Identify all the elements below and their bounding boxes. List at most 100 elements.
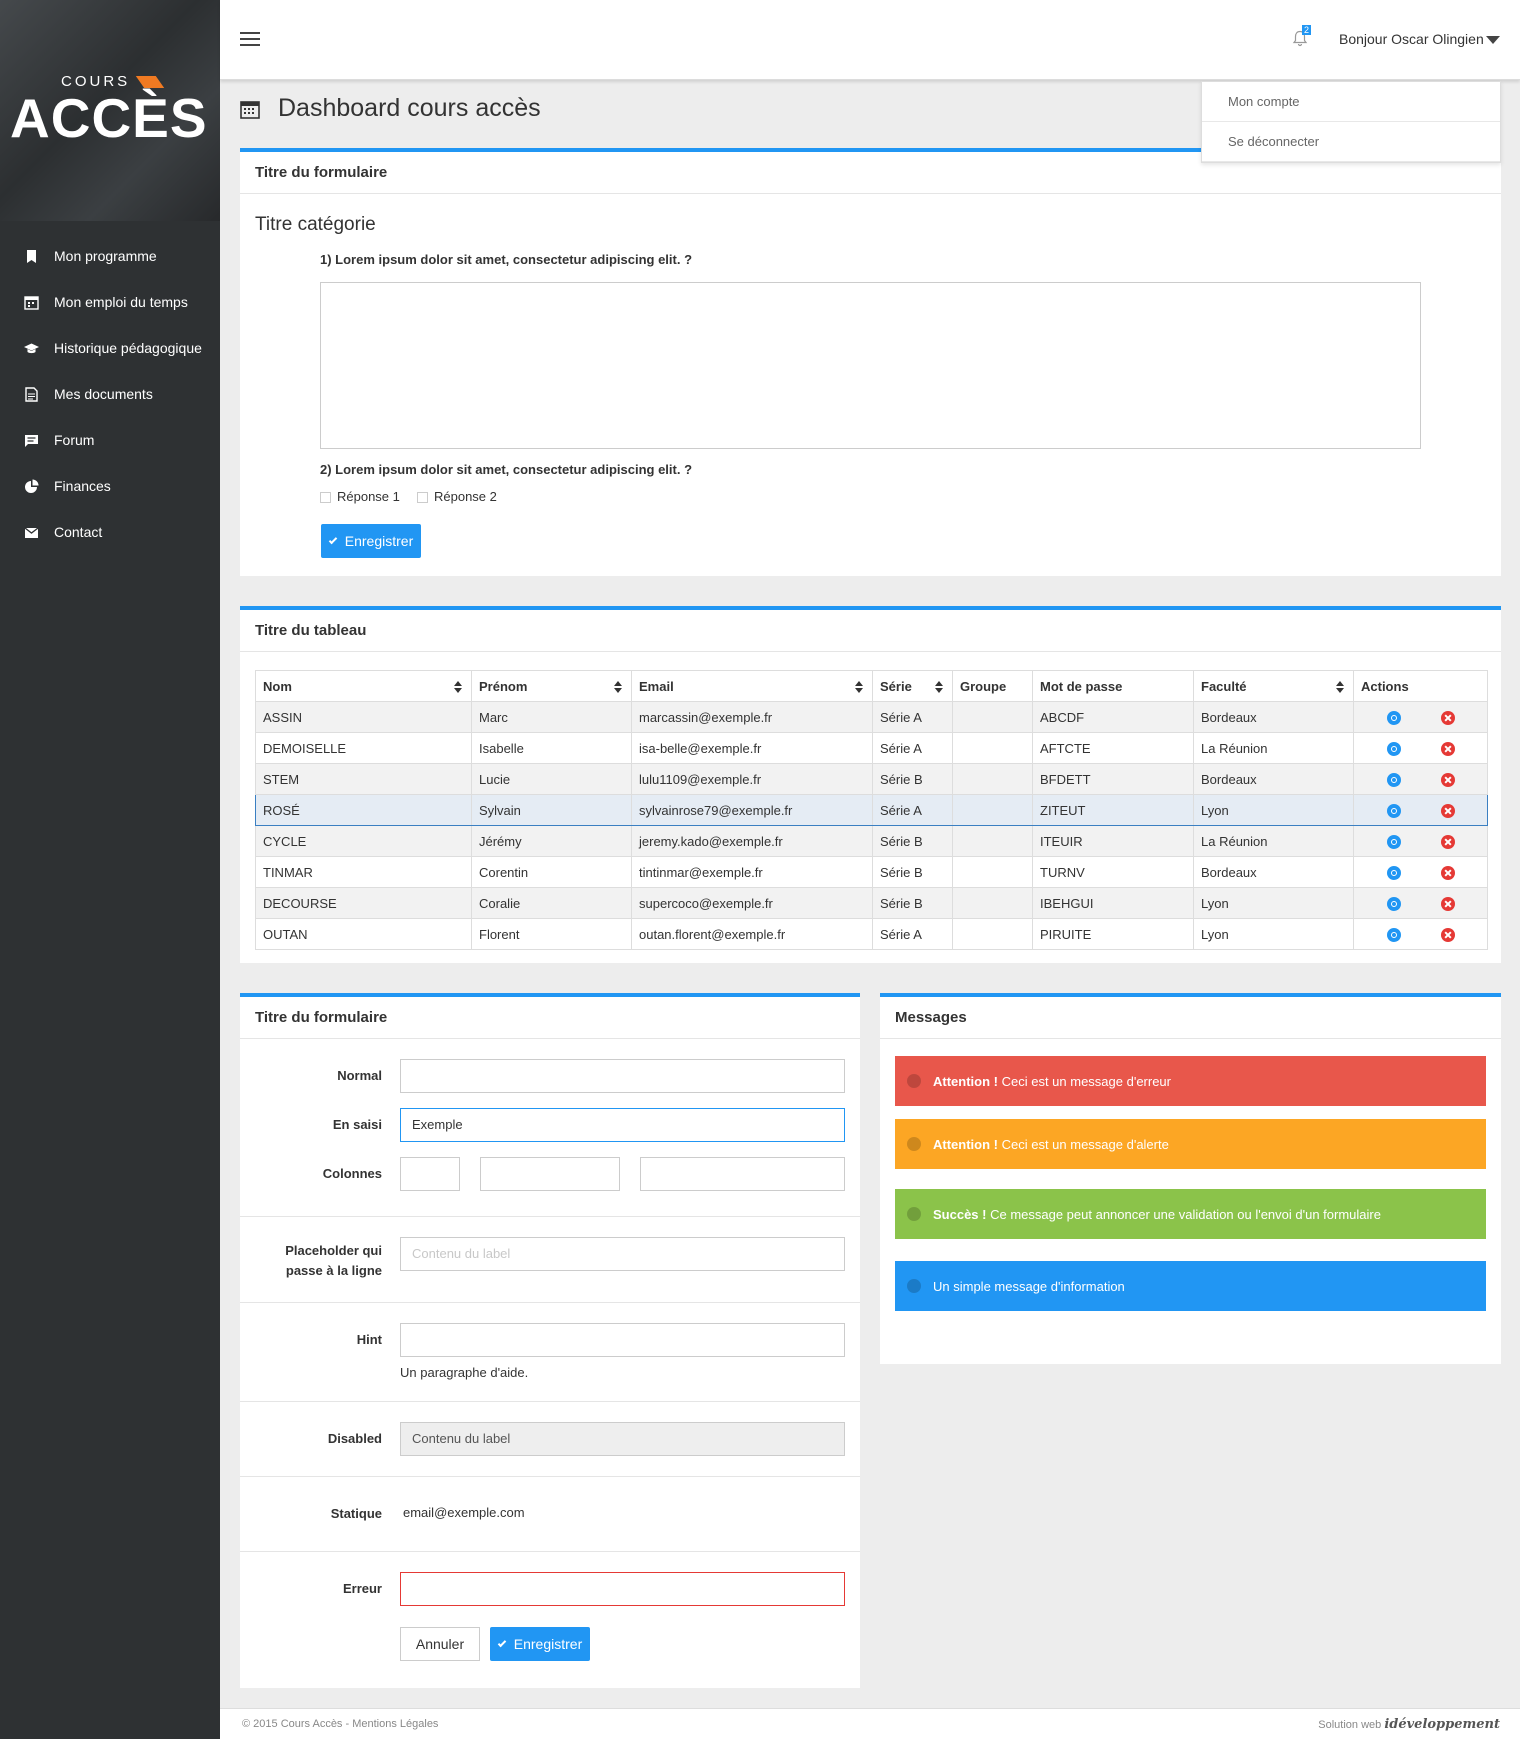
edit-gear-icon[interactable] bbox=[1386, 772, 1401, 787]
menu-item-account[interactable]: Mon compte bbox=[1202, 82, 1500, 122]
pie-chart-icon bbox=[25, 479, 39, 493]
sidebar-item-label: Mon emploi du temps bbox=[54, 294, 188, 310]
edit-gear-icon[interactable] bbox=[1386, 803, 1401, 818]
table-cell: supercoco@exemple.fr bbox=[631, 887, 873, 919]
delete-icon[interactable] bbox=[1440, 834, 1455, 849]
answer-1-checkbox[interactable] bbox=[320, 492, 331, 504]
static-value: email@exemple.com bbox=[403, 1505, 525, 1520]
actions-cell bbox=[1353, 918, 1488, 950]
cancel-button[interactable]: Annuler bbox=[400, 1627, 480, 1661]
column-header-groupe: Groupe bbox=[952, 670, 1033, 702]
edit-gear-icon[interactable] bbox=[1386, 896, 1401, 911]
table-cell: Sylvain bbox=[471, 794, 632, 826]
column-input-2[interactable] bbox=[480, 1157, 620, 1191]
table-cell: marcassin@exemple.fr bbox=[631, 701, 873, 733]
actions-cell bbox=[1353, 887, 1488, 919]
top-bar: 2 Bonjour Oscar Olingien bbox=[220, 0, 1520, 80]
hint-input[interactable] bbox=[400, 1323, 845, 1357]
typing-input[interactable]: Exemple bbox=[400, 1108, 845, 1142]
column-input-3[interactable] bbox=[640, 1157, 845, 1191]
info-text: Un simple message d'information bbox=[933, 1278, 1125, 1294]
column-header-email[interactable]: Email bbox=[631, 670, 873, 702]
save-button[interactable]: Enregistrer bbox=[321, 524, 421, 558]
disabled-input: Contenu du label bbox=[400, 1422, 845, 1456]
footer: © 2015 Cours Accès - Mentions Légales So… bbox=[220, 1708, 1520, 1739]
sort-icon[interactable] bbox=[1336, 681, 1345, 693]
sidebar-item-historique[interactable]: Historique pédagogique bbox=[0, 325, 220, 371]
normal-input[interactable] bbox=[400, 1059, 845, 1093]
table-row[interactable]: OUTAN Florent outan.florent@exemple.fr Séri… bbox=[255, 918, 1488, 950]
page-title: Dashboard cours accès bbox=[278, 94, 541, 122]
delete-icon[interactable] bbox=[1440, 896, 1455, 911]
placeholder-label-line-1: Placeholder qui bbox=[285, 1243, 382, 1258]
table-row[interactable]: DECOURSE Coralie supercoco@exemple.fr Série… bbox=[255, 887, 1488, 919]
table-row[interactable]: ROSÉ Sylvain sylvainrose79@exemple.fr Série… bbox=[255, 794, 1488, 826]
error-message: Attention ! Ceci est un message d'erreur bbox=[895, 1056, 1486, 1106]
panel-title: Messages bbox=[880, 997, 1501, 1039]
sort-icon[interactable] bbox=[454, 681, 463, 693]
delete-icon[interactable] bbox=[1440, 741, 1455, 756]
column-header-serie[interactable]: Série bbox=[872, 670, 953, 702]
table-row[interactable]: STEM Lucie lulu1109@exemple.fr Série B BFDET… bbox=[255, 763, 1488, 795]
answer-2-option[interactable]: Réponse 2 bbox=[417, 489, 497, 504]
save-button[interactable]: Enregistrer bbox=[490, 1627, 590, 1661]
column-header-prenom[interactable]: Prénom bbox=[471, 670, 632, 702]
delete-icon[interactable] bbox=[1440, 772, 1455, 787]
table-cell: sylvainrose79@exemple.fr bbox=[631, 794, 873, 826]
error-input[interactable] bbox=[400, 1572, 845, 1606]
column-header-nom[interactable]: Nom bbox=[255, 670, 472, 702]
answer-1-option[interactable]: Réponse 1 bbox=[320, 489, 400, 504]
column-header-label: Email bbox=[639, 678, 674, 694]
sort-icon[interactable] bbox=[614, 681, 623, 693]
edit-gear-icon[interactable] bbox=[1386, 927, 1401, 942]
edit-gear-icon[interactable] bbox=[1386, 834, 1401, 849]
answer-1-label: Réponse 1 bbox=[337, 489, 400, 504]
save-button-label: Enregistrer bbox=[513, 1636, 583, 1652]
table-cell: TURNV bbox=[1032, 856, 1194, 888]
table-row[interactable]: TINMAR Corentin tintinmar@exemple.fr Série … bbox=[255, 856, 1488, 888]
table-row[interactable]: DEMOISELLE Isabelle isa-belle@exemple.fr Sé… bbox=[255, 732, 1488, 764]
sidebar-item-forum[interactable]: Forum bbox=[0, 417, 220, 463]
delete-icon[interactable] bbox=[1440, 865, 1455, 880]
question-1-textarea[interactable] bbox=[320, 282, 1421, 449]
edit-gear-icon[interactable] bbox=[1386, 741, 1401, 756]
sidebar-item-finances[interactable]: Finances bbox=[0, 463, 220, 509]
table-row[interactable]: CYCLE Jérémy jeremy.kado@exemple.fr Série B… bbox=[255, 825, 1488, 857]
table-cell: Bordeaux bbox=[1193, 701, 1354, 733]
sidebar-item-contact[interactable]: Contact bbox=[0, 509, 220, 555]
table-cell: CYCLE bbox=[255, 825, 472, 857]
bookmark-icon bbox=[27, 249, 36, 263]
delete-icon[interactable] bbox=[1440, 803, 1455, 818]
user-menu-toggle[interactable]: Bonjour Oscar Olingien bbox=[1339, 31, 1484, 47]
table-row[interactable]: ASSIN Marc marcassin@exemple.fr Série A ABCD… bbox=[255, 701, 1488, 733]
logo[interactable]: COURS ACCÈS bbox=[0, 0, 220, 221]
sort-icon[interactable] bbox=[855, 681, 864, 693]
hamburger-menu-icon[interactable] bbox=[240, 32, 260, 46]
warning-icon bbox=[907, 1137, 921, 1151]
menu-item-logout[interactable]: Se déconnecter bbox=[1202, 122, 1500, 162]
delete-icon[interactable] bbox=[1440, 927, 1455, 942]
footer-copyright[interactable]: © 2015 Cours Accès - Mentions Légales bbox=[242, 1718, 438, 1730]
sidebar-item-documents[interactable]: Mes documents bbox=[0, 371, 220, 417]
answer-2-checkbox[interactable] bbox=[417, 492, 428, 504]
footer-credit[interactable]: Solution web idéveloppement bbox=[1318, 1717, 1500, 1732]
actions-cell bbox=[1353, 732, 1488, 764]
edit-gear-icon[interactable] bbox=[1386, 710, 1401, 725]
column-input-1[interactable] bbox=[400, 1157, 460, 1191]
sidebar-item-emploi[interactable]: Mon emploi du temps bbox=[0, 279, 220, 325]
table-cell: Corentin bbox=[471, 856, 632, 888]
success-strong: Succès ! bbox=[933, 1206, 987, 1222]
column-header-faculte[interactable]: Faculté bbox=[1193, 670, 1354, 702]
question-2-label: 2) Lorem ipsum dolor sit amet, consectet… bbox=[320, 462, 693, 477]
warning-message: Attention ! Ceci est un message d'alerte bbox=[895, 1119, 1486, 1169]
edit-gear-icon[interactable] bbox=[1386, 865, 1401, 880]
placeholder-input[interactable]: Contenu du label bbox=[400, 1237, 845, 1271]
hint-label: Hint bbox=[356, 1332, 382, 1347]
typing-label: En saisi bbox=[332, 1117, 382, 1132]
sidebar-item-programme[interactable]: Mon programme bbox=[0, 233, 220, 279]
warning-strong: Attention ! bbox=[933, 1136, 998, 1152]
delete-icon[interactable] bbox=[1440, 710, 1455, 725]
caret-down-icon[interactable] bbox=[1486, 36, 1500, 44]
sort-icon[interactable] bbox=[935, 681, 944, 693]
table-cell: Marc bbox=[471, 701, 632, 733]
